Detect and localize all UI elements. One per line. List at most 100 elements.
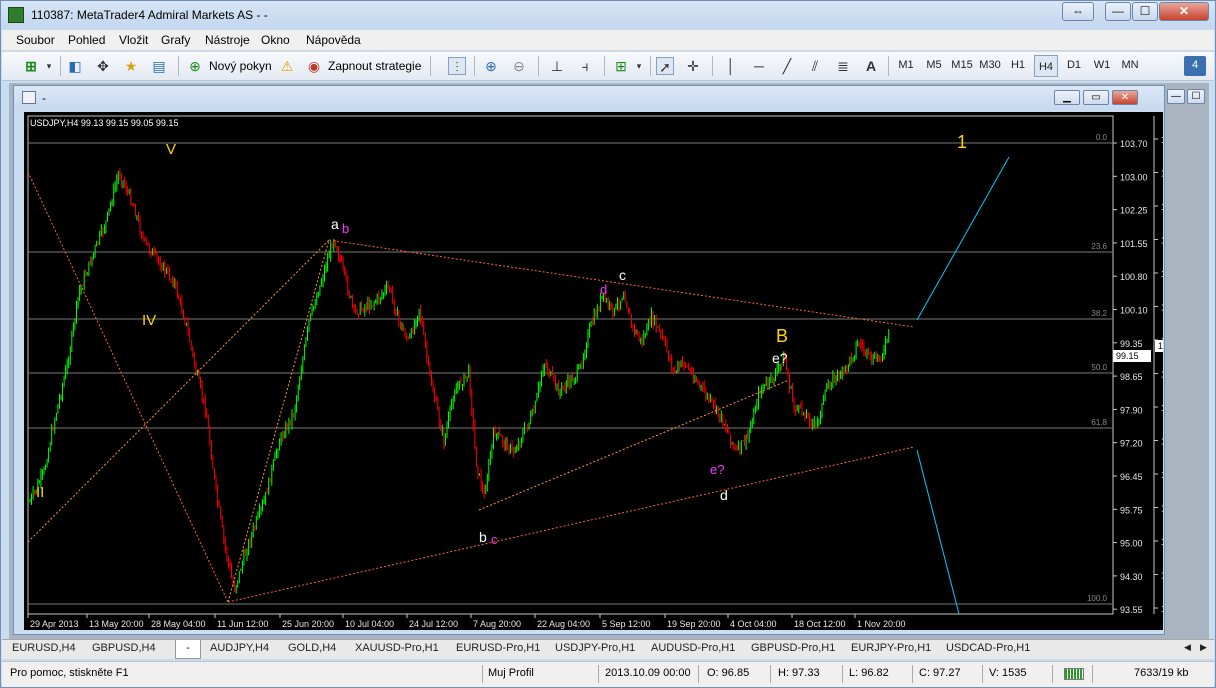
menu-vlozit[interactable]: Vložit [119,33,148,47]
menu-grafy[interactable]: Grafy [161,33,190,47]
toolbar-separator [650,56,651,76]
tab-audusd-pro-h1[interactable]: AUDUSD-Pro,H1 [647,642,739,654]
secondary-tick-label: 1.3085 [1161,437,1163,447]
tab-gbpusd-h4[interactable]: GBPUSD,H4 [88,642,160,654]
toolbar-separator [430,56,431,76]
tab-eurjpy-pro-h1[interactable]: EURJPY-Pro,H1 [847,642,935,654]
chart-window-icon [22,91,36,104]
favorites-star-icon[interactable]: ★ [122,57,140,75]
title-bar: 110387: MetaTrader4 Admiral Markets AS -… [1,1,1215,29]
toolbar-separator [604,56,605,76]
new-order-button[interactable]: Nový pokyn [209,59,272,73]
channel-icon[interactable]: ⫽ [806,57,824,75]
wave-channel-line [227,239,330,603]
navigator-icon[interactable]: ▤ [150,57,168,75]
chart-maximize-button[interactable]: ▭ [1083,90,1109,105]
new-order-icon[interactable]: ⊕ [186,57,204,75]
autotrading-icon[interactable]: ◉ [305,57,323,75]
warning-icon[interactable]: ⚠ [278,57,296,75]
period-d1[interactable]: D1 [1062,59,1086,71]
zoom-in-icon[interactable]: ⊕ [482,57,500,75]
period-h4[interactable]: H4 [1034,55,1058,77]
status-profile[interactable]: Muj Profil [488,667,534,679]
minimize-button[interactable]: — [1105,2,1131,21]
period-w1[interactable]: W1 [1090,59,1114,71]
bg-maximize-button[interactable]: ☐ [1187,89,1205,104]
status-divider [982,665,983,683]
app-logo-icon [8,7,24,23]
indicators-dropdown-icon[interactable]: ▾ [630,57,648,75]
chart-shift-icon[interactable]: ⊥ [548,57,566,75]
status-divider [1052,665,1053,683]
period-m30[interactable]: M30 [978,59,1002,71]
autoscroll-icon[interactable]: ⫞ [576,57,594,75]
menu-soubor[interactable]: Soubor [16,33,55,47]
tab-scroll-right-icon[interactable]: ▶ [1196,642,1211,653]
price-tick-label: 96.45 [1120,472,1143,482]
tab-active-chart[interactable]: - [175,640,201,659]
crosshair-target-icon[interactable]: ✥ [94,57,112,75]
vertical-line-icon[interactable]: │ [722,57,740,75]
text-label-icon[interactable]: A [862,57,880,75]
status-divider [770,665,771,683]
status-close: C: 97.27 [919,667,961,679]
profiles-icon[interactable]: ◧ [66,57,84,75]
current-price-label: 99.15 [1116,351,1139,361]
chart-window: - ▁ ▭ ✕ 0.0 23.6 38.2 50.0 61.8 100.0 103.70 10… [13,85,1165,635]
tab-usdjpy-pro-h1[interactable]: USDJPY-Pro,H1 [551,642,639,654]
new-chart-dropdown-icon[interactable]: ▾ [40,57,58,75]
period-h1[interactable]: H1 [1006,59,1030,71]
price-tick-label: 94.30 [1120,572,1143,582]
cursor-icon[interactable]: ➚ [656,57,674,75]
menu-okno[interactable]: Okno [261,33,290,47]
tab-audjpy-h4[interactable]: AUDJPY,H4 [206,642,273,654]
status-divider [598,665,599,683]
fibonacci-icon[interactable]: ≣ [834,57,852,75]
autotrading-button[interactable]: Zapnout strategie [328,59,421,73]
period-m5[interactable]: M5 [922,59,946,71]
bg-minimize-button[interactable]: — [1167,89,1185,104]
new-chart-icon[interactable]: ⊞ [22,57,40,75]
horizontal-line-icon[interactable]: ─ [750,57,768,75]
notification-badge[interactable]: 4 [1184,56,1206,76]
price-tick-label: 100.80 [1120,272,1148,282]
restore-size-button[interactable]: ⇔ [1062,2,1094,21]
period-m15[interactable]: M15 [950,59,974,71]
tab-gbpusd-pro-h1[interactable]: GBPUSD-Pro,H1 [747,642,839,654]
price-chart[interactable]: 0.0 23.6 38.2 50.0 61.8 100.0 103.70 103.00 102.… [24,112,1163,630]
status-help: Pro pomoc, stiskněte F1 [10,667,129,679]
tab-eurusd-h4[interactable]: EURUSD,H4 [8,642,80,654]
wave-label-ii: II [36,484,44,501]
tab-xauusd-pro-h1[interactable]: XAUUSD-Pro,H1 [351,642,443,654]
price-tick-label: 98.65 [1120,372,1143,382]
wave-label-b: b [479,529,487,545]
maximize-button[interactable]: ☐ [1132,2,1158,21]
period-m1[interactable]: M1 [894,59,918,71]
menu-napoveda[interactable]: Nápověda [306,33,361,47]
menu-pohled[interactable]: Pohled [68,33,105,47]
status-low: L: 96.82 [849,667,889,679]
tab-eurusd-pro-h1[interactable]: EURUSD-Pro,H1 [452,642,544,654]
candles [29,168,890,594]
chart-minimize-button[interactable]: ▁ [1054,90,1080,105]
status-divider [912,665,913,683]
price-tick-label: 100.10 [1120,306,1148,316]
triangle-upper-line [328,239,915,328]
crosshair-icon[interactable]: ✛ [684,57,702,75]
tab-scroll-left-icon[interactable]: ◀ [1180,642,1195,653]
tab-usdcad-pro-h1[interactable]: USDCAD-Pro,H1 [942,642,1034,654]
toolbar-separator [888,56,889,76]
time-tick-label: 4 Oct 04:00 [730,619,777,629]
trendline-icon[interactable]: ╱ [778,57,796,75]
zoom-out-icon[interactable]: ⊖ [510,57,528,75]
bar-chart-icon[interactable]: ⫶ [448,57,466,75]
period-mn[interactable]: MN [1118,59,1142,71]
triangle-lower-line [227,446,915,603]
menu-nastroje[interactable]: Nástroje [205,33,250,47]
close-button[interactable]: ✕ [1159,2,1209,21]
indicators-icon[interactable]: ⊞ [612,57,630,75]
time-tick-label: 18 Oct 12:00 [794,619,846,629]
chart-close-button[interactable]: ✕ [1112,90,1138,105]
tab-gold-h4[interactable]: GOLD,H4 [284,642,340,654]
mdi-area: — ☐ - ▁ ▭ ✕ 0.0 23.6 38.2 50.0 61.8 100.0 103.… [9,83,1209,639]
